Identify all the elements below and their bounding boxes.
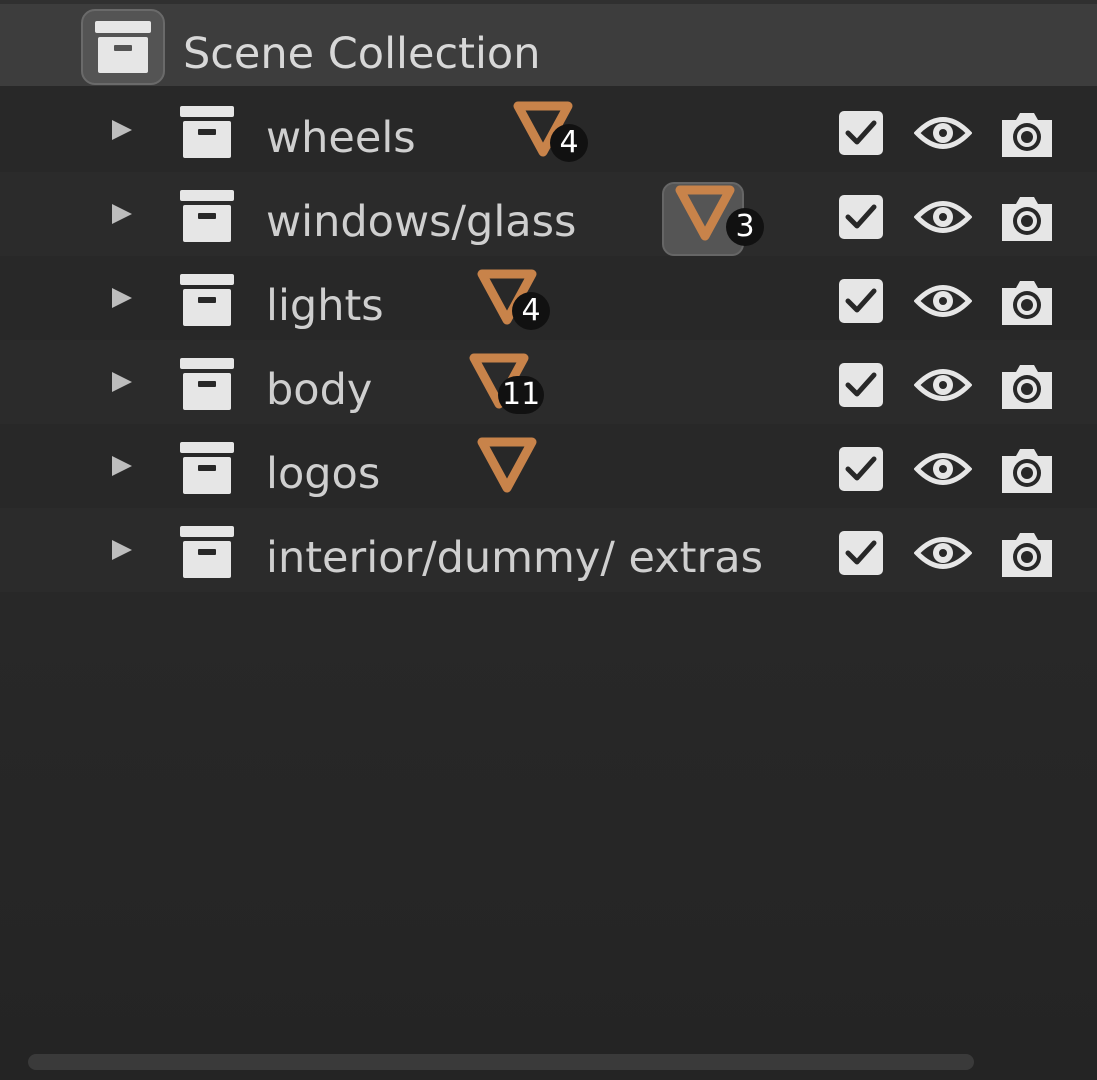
eye-icon[interactable] xyxy=(914,280,972,322)
camera-render-icon[interactable] xyxy=(998,530,1056,580)
collection-row[interactable]: lights 4 xyxy=(0,256,1097,340)
collection-row[interactable]: body 11 xyxy=(0,340,1097,424)
collection-label: body xyxy=(266,365,373,415)
mesh-objects-button[interactable]: 4 xyxy=(512,98,602,170)
camera-render-icon[interactable] xyxy=(998,278,1056,328)
scene-collection-label: Scene Collection xyxy=(183,29,541,79)
camera-render-icon[interactable] xyxy=(998,446,1056,496)
collection-box-icon xyxy=(180,526,234,578)
collection-box-icon xyxy=(180,190,234,242)
mesh-count-badge: 4 xyxy=(550,124,588,162)
mesh-triangle-icon xyxy=(477,437,537,493)
collection-box-icon xyxy=(180,442,234,494)
collection-row[interactable]: logos xyxy=(0,424,1097,508)
outliner-panel: Scene Collection wheels 4 windows/glass 3 li… xyxy=(0,0,1097,1080)
scene-collection-icon-box[interactable] xyxy=(81,9,165,85)
exclude-checkbox[interactable] xyxy=(838,530,884,576)
eye-icon[interactable] xyxy=(914,448,972,490)
expand-arrow-icon[interactable] xyxy=(108,284,136,312)
camera-render-icon[interactable] xyxy=(998,110,1056,160)
eye-icon[interactable] xyxy=(914,196,972,238)
mesh-count-badge: 4 xyxy=(512,292,550,330)
collection-row[interactable]: windows/glass 3 xyxy=(0,172,1097,256)
collection-label: windows/glass xyxy=(266,197,577,247)
mesh-objects-button[interactable] xyxy=(476,434,566,506)
mesh-objects-button[interactable]: 11 xyxy=(468,350,558,422)
exclude-checkbox[interactable] xyxy=(838,362,884,408)
mesh-count-badge: 11 xyxy=(498,376,545,414)
horizontal-scrollbar[interactable] xyxy=(28,1054,974,1070)
collection-label: wheels xyxy=(266,113,416,163)
collection-row[interactable]: wheels 4 xyxy=(0,88,1097,172)
collection-box-icon xyxy=(180,274,234,326)
camera-render-icon[interactable] xyxy=(998,194,1056,244)
exclude-checkbox[interactable] xyxy=(838,110,884,156)
collection-box-icon xyxy=(95,21,151,73)
collection-label: interior/dummy/ extras xyxy=(266,533,763,583)
eye-icon[interactable] xyxy=(914,532,972,574)
collection-box-icon xyxy=(180,358,234,410)
expand-arrow-icon[interactable] xyxy=(108,536,136,564)
mesh-count-badge: 3 xyxy=(726,208,764,246)
camera-render-icon[interactable] xyxy=(998,362,1056,412)
exclude-checkbox[interactable] xyxy=(838,194,884,240)
scene-collection-row[interactable]: Scene Collection xyxy=(0,0,1097,86)
expand-arrow-icon[interactable] xyxy=(108,368,136,396)
exclude-checkbox[interactable] xyxy=(838,446,884,492)
collection-row[interactable]: interior/dummy/ extras xyxy=(0,508,1097,592)
expand-arrow-icon[interactable] xyxy=(108,452,136,480)
mesh-objects-button[interactable]: 3 xyxy=(662,182,764,256)
collection-box-icon xyxy=(180,106,234,158)
mesh-objects-button[interactable]: 4 xyxy=(476,266,566,338)
expand-arrow-icon[interactable] xyxy=(108,200,136,228)
eye-icon[interactable] xyxy=(914,112,972,154)
collection-label: lights xyxy=(266,281,384,331)
empty-area xyxy=(0,600,1097,1080)
eye-icon[interactable] xyxy=(914,364,972,406)
exclude-checkbox[interactable] xyxy=(838,278,884,324)
expand-arrow-icon[interactable] xyxy=(108,116,136,144)
collection-label: logos xyxy=(266,449,381,499)
